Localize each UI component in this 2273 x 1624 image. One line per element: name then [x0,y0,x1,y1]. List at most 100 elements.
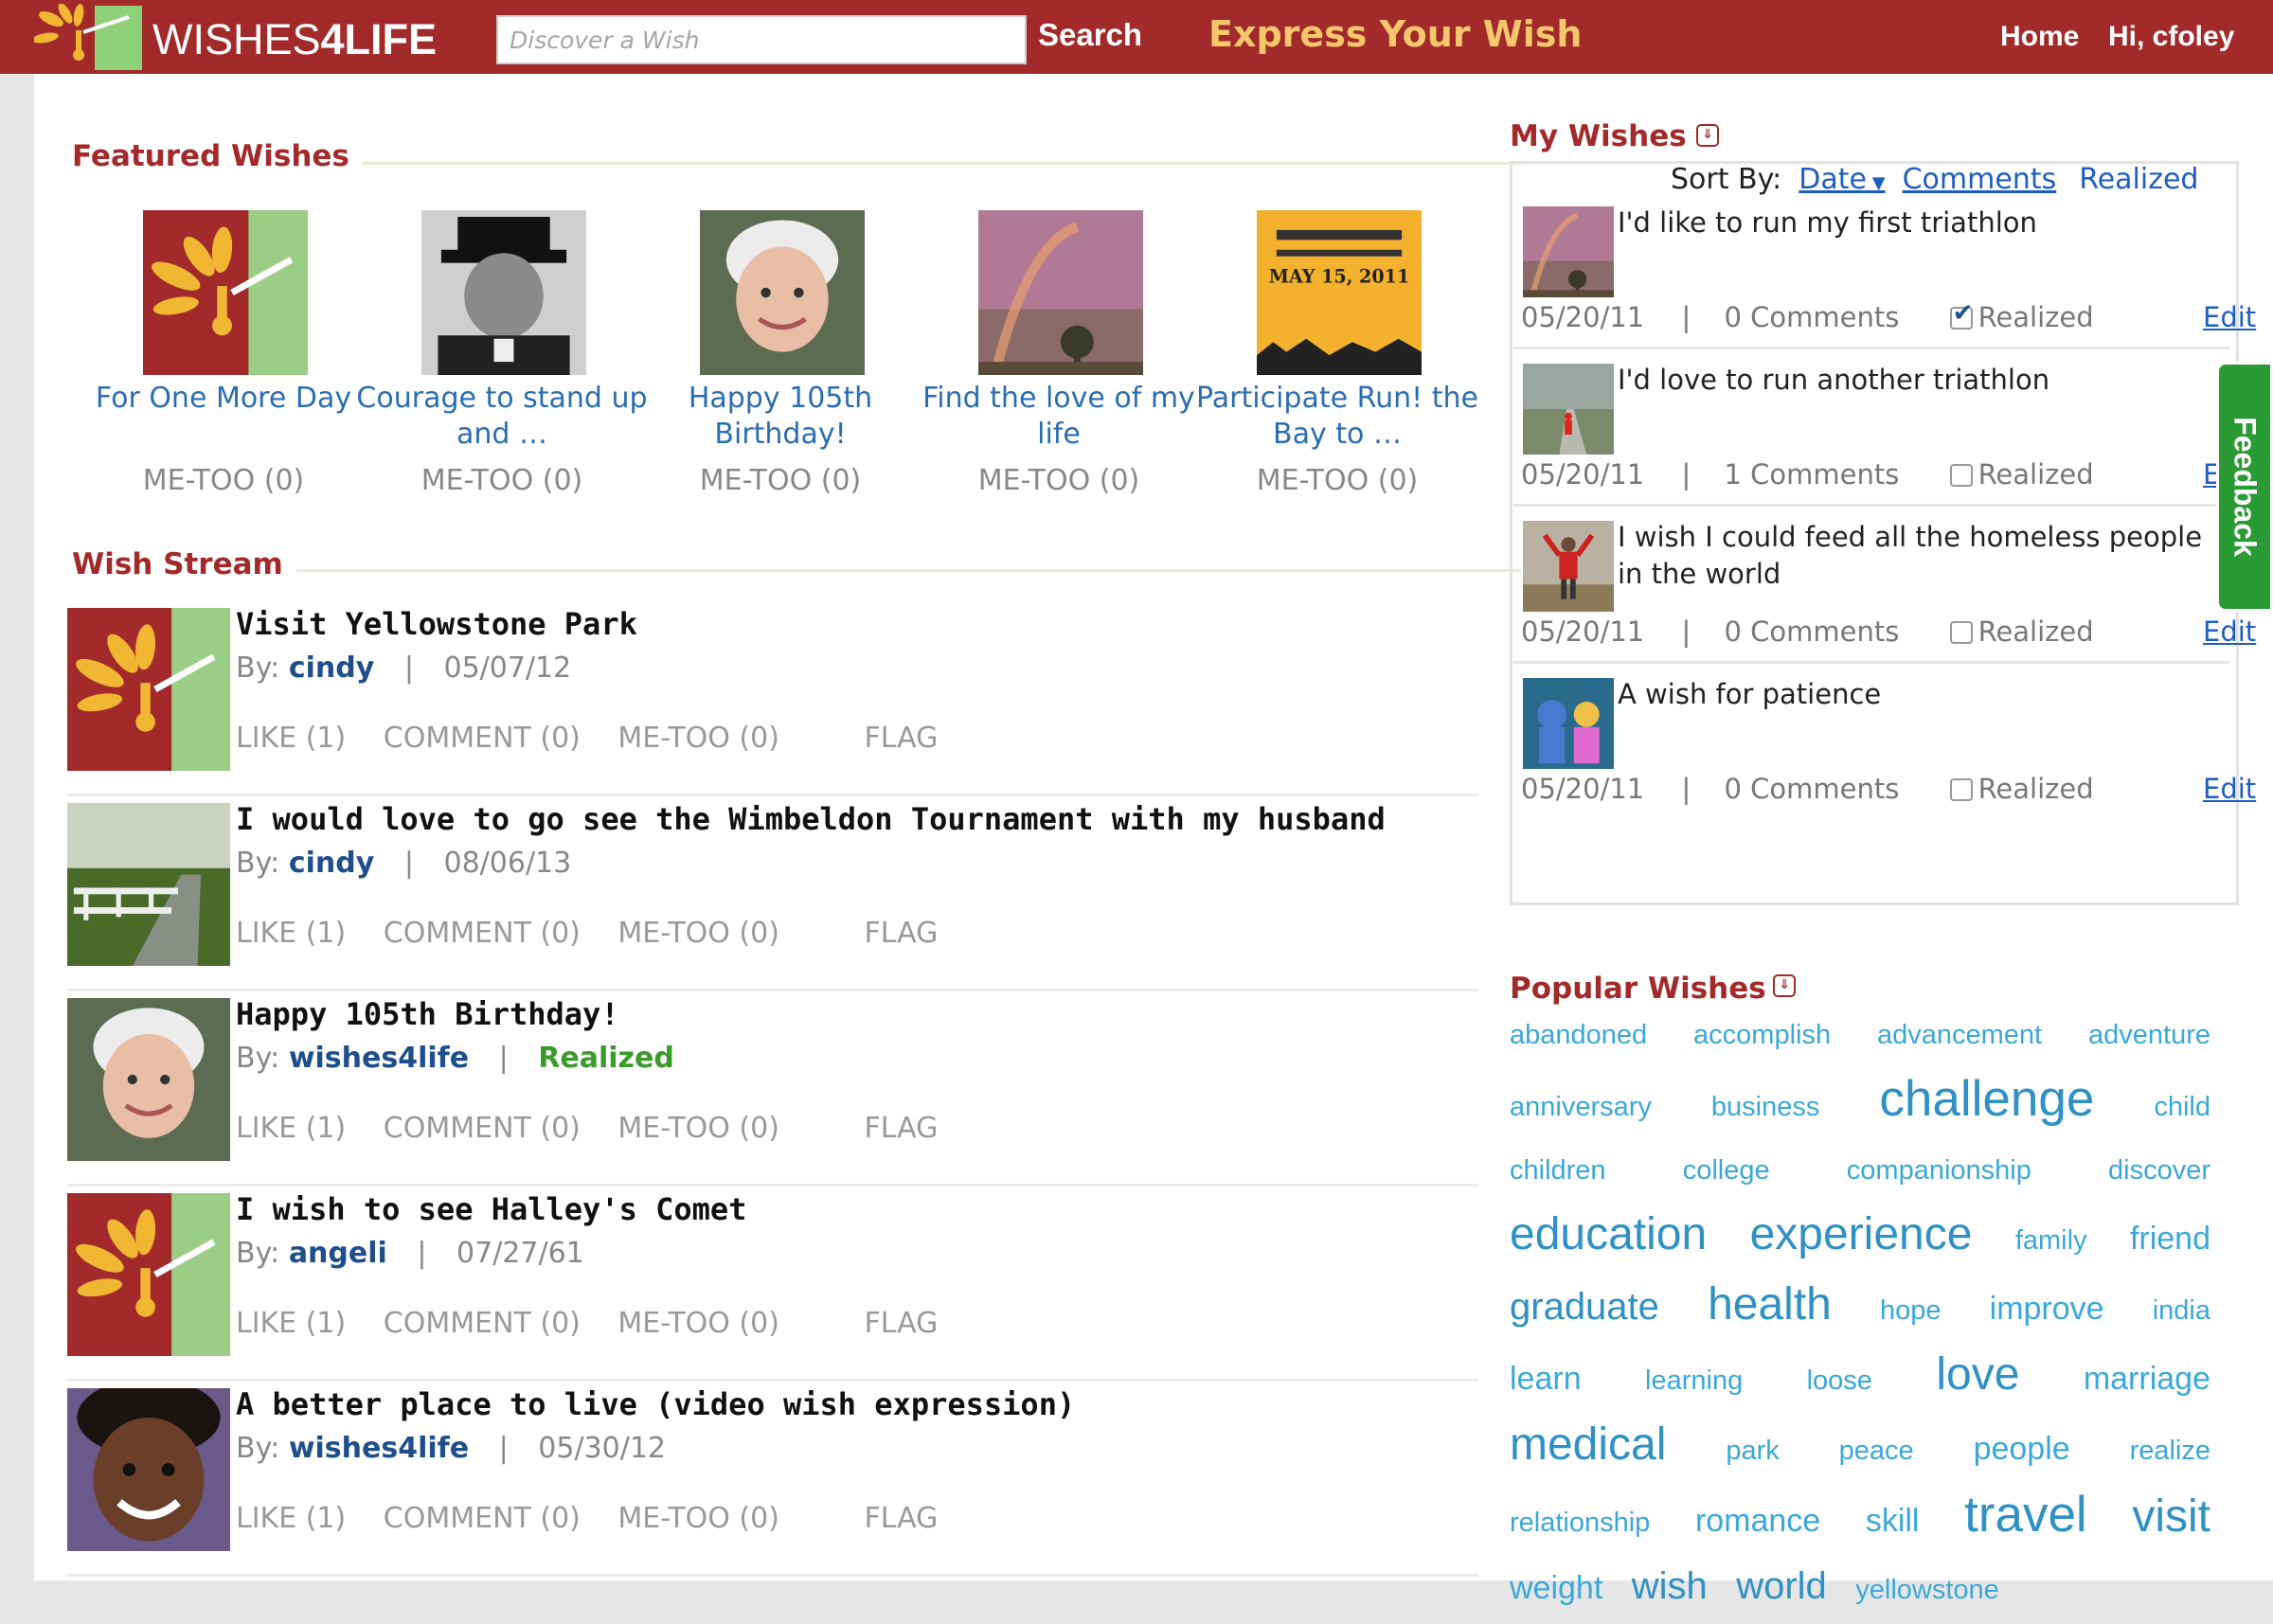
popular-tag-link[interactable]: discover [2108,1155,2210,1186]
wish-author-link[interactable]: wishes4life [289,1042,469,1075]
search-button[interactable]: Search [1038,17,1142,53]
popular-tag-link[interactable]: people [1974,1431,2070,1467]
popular-tag-link[interactable]: marriage [2084,1361,2210,1397]
featured-wish-caption[interactable]: Happy 105th Birthday! [629,381,932,452]
flag-button[interactable]: FLAG [864,1307,938,1340]
wish-title-link[interactable]: Happy 105th Birthday! [236,996,619,1032]
comment-button[interactable]: COMMENT (0) [384,1112,581,1145]
like-button[interactable]: LIKE (1) [236,1502,346,1535]
popular-tag-link[interactable]: child [2154,1092,2210,1122]
popular-tag-link[interactable]: medical [1510,1419,1666,1470]
popular-tag-link[interactable]: companionship [1847,1155,2031,1186]
like-button[interactable]: LIKE (1) [236,917,346,950]
sort-comments-link[interactable]: Comments [1903,163,2057,196]
my-wish-comments-link[interactable]: 1 Comments [1724,458,1899,491]
my-wish-text-link[interactable]: I wish I could feed all the homeless peo… [1618,519,2233,593]
popular-tag-link[interactable]: loose [1807,1365,1872,1396]
realized-checkbox[interactable] [1949,778,1973,801]
my-wish-image[interactable] [1523,678,1614,769]
featured-metoo-count[interactable]: ME-TOO (0) [907,464,1210,497]
realized-checkbox[interactable] [1949,464,1973,487]
express-your-wish-link[interactable]: Express Your Wish [1208,13,1582,55]
like-button[interactable]: LIKE (1) [236,722,346,755]
wish-image[interactable] [67,1388,230,1551]
comment-button[interactable]: COMMENT (0) [384,722,581,755]
featured-wish-image[interactable] [978,210,1143,375]
popular-tag-link[interactable]: world [1736,1565,1827,1607]
popular-tag-link[interactable]: challenge [1879,1071,2094,1127]
featured-wish-caption[interactable]: Courage to stand up and … [350,381,653,452]
popular-tag-link[interactable]: hope [1880,1295,1942,1326]
popular-tag-link[interactable]: college [1683,1155,1770,1186]
wish-author-link[interactable]: wishes4life [289,1432,469,1465]
realized-checkbox[interactable] [1949,299,1973,330]
comment-button[interactable]: COMMENT (0) [384,1502,581,1535]
featured-metoo-count[interactable]: ME-TOO (0) [72,464,375,497]
like-button[interactable]: LIKE (1) [236,1112,346,1145]
my-wish-image[interactable] [1523,521,1614,612]
popular-tag-link[interactable]: anniversary [1510,1092,1652,1122]
metoo-button[interactable]: ME-TOO (0) [617,917,779,950]
comment-button[interactable]: COMMENT (0) [384,917,581,950]
popular-tag-link[interactable]: accomplish [1693,1020,1831,1050]
flag-button[interactable]: FLAG [864,1502,938,1535]
popular-tag-link[interactable]: improve [1990,1291,2104,1327]
popular-tag-link[interactable]: health [1708,1279,1832,1330]
my-wish-image[interactable] [1523,206,1614,297]
featured-metoo-count[interactable]: ME-TOO (0) [629,464,932,497]
popular-tag-link[interactable]: romance [1695,1503,1820,1539]
comment-button[interactable]: COMMENT (0) [384,1307,581,1340]
wish-author-link[interactable]: angeli [289,1237,387,1270]
popular-tag-link[interactable]: peace [1839,1436,1914,1466]
my-wish-image[interactable] [1523,364,1614,455]
edit-wish-link[interactable]: Edit [2203,301,2256,333]
popular-tag-link[interactable]: advancement [1877,1020,2042,1050]
flag-button[interactable]: FLAG [864,722,938,755]
featured-wish-caption[interactable]: Participate Run! the Bay to … [1186,381,1489,452]
metoo-button[interactable]: ME-TOO (0) [617,1112,779,1145]
flag-button[interactable]: FLAG [864,917,938,950]
my-wish-comments-link[interactable]: 0 Comments [1724,773,1899,805]
user-greeting-link[interactable]: Hi, cfoley [2108,21,2234,53]
wish-author-link[interactable]: cindy [289,847,374,880]
my-wish-comments-link[interactable]: 0 Comments [1724,616,1899,648]
realized-checkbox[interactable] [1949,621,1973,644]
popular-tag-link[interactable]: skill [1866,1503,1920,1539]
featured-wish-image[interactable] [700,210,865,375]
wish-title-link[interactable]: Visit Yellowstone Park [236,606,637,642]
search-input[interactable] [496,15,1027,64]
popular-tag-link[interactable]: yellowstone [1855,1575,1999,1605]
popular-tag-link[interactable]: wish [1632,1565,1708,1607]
popular-tag-link[interactable]: visit [2132,1491,2210,1542]
popular-tag-link[interactable]: business [1711,1092,1819,1122]
featured-wish-image[interactable] [143,210,308,375]
sort-date-link[interactable]: Date ▼ [1799,163,1885,196]
featured-metoo-count[interactable]: ME-TOO (0) [1186,464,1489,497]
popular-tag-link[interactable]: weight [1510,1570,1602,1606]
collapse-popular-icon[interactable]: ⇓ [1773,974,1796,997]
feedback-tab[interactable]: Feedback [2216,362,2273,612]
metoo-button[interactable]: ME-TOO (0) [617,1307,779,1340]
wish-image[interactable] [67,998,230,1161]
wish-image[interactable] [67,1193,230,1356]
wish-image[interactable] [67,803,230,966]
popular-tag-link[interactable]: education [1510,1209,1707,1259]
popular-tag-link[interactable]: park [1726,1436,1779,1466]
featured-wish-caption[interactable]: For One More Day [72,381,375,452]
popular-tag-link[interactable]: travel [1964,1487,2087,1543]
popular-tag-link[interactable]: friend [2130,1221,2210,1257]
my-wish-text-link[interactable]: I'd like to run my first triathlon [1618,205,2233,241]
metoo-button[interactable]: ME-TOO (0) [617,1502,779,1535]
wish-image[interactable] [67,608,230,771]
popular-tag-link[interactable]: graduate [1510,1286,1659,1328]
flag-button[interactable]: FLAG [864,1112,938,1145]
featured-wish-image[interactable]: MAY 15, 2011 [1257,210,1422,375]
popular-tag-link[interactable]: learn [1510,1361,1582,1397]
edit-wish-link[interactable]: Edit [2203,616,2256,648]
my-wish-text-link[interactable]: A wish for patience [1618,676,2233,713]
metoo-button[interactable]: ME-TOO (0) [617,722,779,755]
popular-tag-link[interactable]: india [2153,1295,2210,1326]
featured-metoo-count[interactable]: ME-TOO (0) [350,464,653,497]
popular-tag-link[interactable]: family [2015,1225,2087,1256]
popular-tag-link[interactable]: abandoned [1510,1020,1647,1050]
